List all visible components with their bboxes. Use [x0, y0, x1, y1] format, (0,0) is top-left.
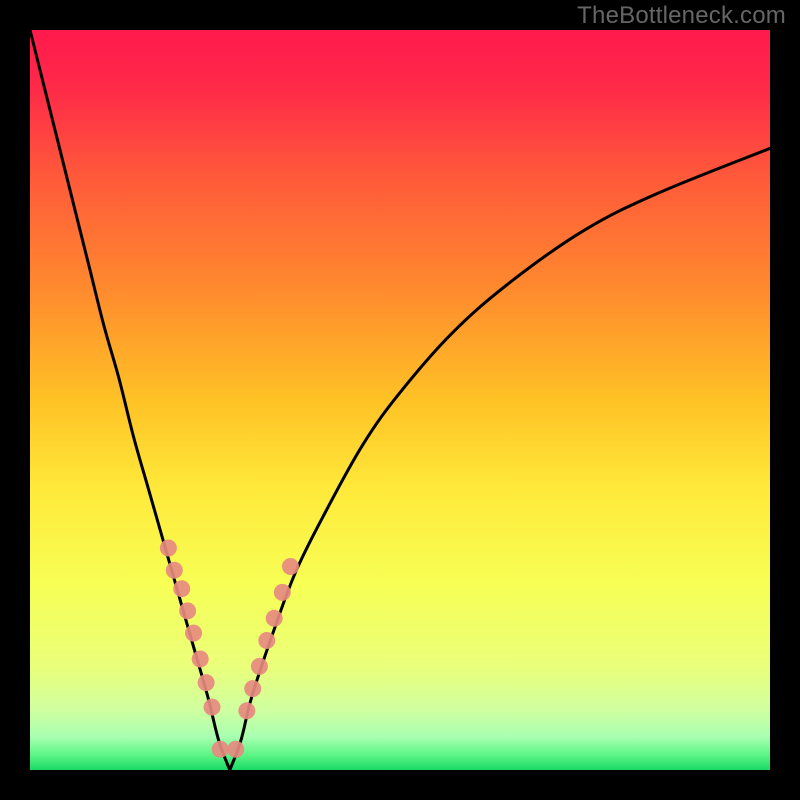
- marker-dot: [185, 625, 202, 642]
- marker-dot: [227, 741, 244, 758]
- marker-dot: [212, 741, 229, 758]
- marker-dot: [173, 580, 190, 597]
- chart-frame: TheBottleneck.com: [0, 0, 800, 800]
- marker-dot: [251, 658, 268, 675]
- chart-svg: [30, 30, 770, 770]
- marker-dot: [274, 584, 291, 601]
- plot-area: [30, 30, 770, 770]
- marker-dot: [198, 674, 215, 691]
- watermark-text: TheBottleneck.com: [577, 2, 786, 30]
- marker-dot: [179, 602, 196, 619]
- marker-dot: [258, 632, 275, 649]
- marker-dot: [238, 702, 255, 719]
- marker-dot: [282, 558, 299, 575]
- marker-dot: [160, 540, 177, 557]
- gradient-background: [30, 30, 770, 770]
- marker-dot: [244, 680, 261, 697]
- marker-dot: [192, 651, 209, 668]
- marker-dot: [204, 699, 221, 716]
- marker-dot: [266, 610, 283, 627]
- marker-dot: [166, 562, 183, 579]
